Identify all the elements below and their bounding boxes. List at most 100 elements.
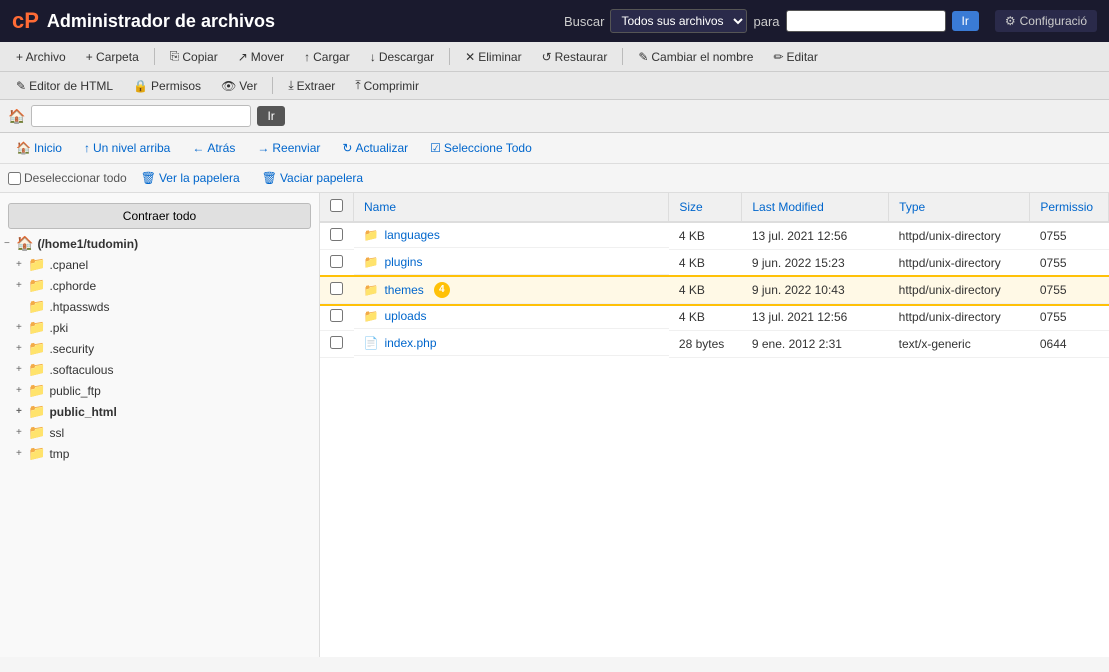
rename-icon: ✎ (638, 50, 648, 64)
tree-root[interactable]: − 🏠 (/home1/tudomin) (0, 233, 319, 254)
atras-button[interactable]: ← Atrás (184, 138, 243, 158)
sidebar-item-tmp[interactable]: + 📁 tmp (0, 443, 319, 464)
un-nivel-button[interactable]: ↑ Un nivel arriba (76, 138, 178, 158)
row-name-cell[interactable]: 📁languages (354, 223, 669, 248)
sidebar-item-security[interactable]: + 📁 .security (0, 338, 319, 359)
inicio-button[interactable]: 🏠 Inicio (8, 138, 70, 158)
actualizar-button[interactable]: ↻ Actualizar (334, 138, 416, 158)
actions-bar: Deseleccionar todo 🗑 Ver la papelera 🗑 V… (0, 164, 1109, 193)
deseleccionar-label[interactable]: Deseleccionar todo (8, 171, 127, 185)
archivo-button[interactable]: + Archivo (8, 46, 74, 67)
path-go-button[interactable]: Ir (257, 106, 284, 126)
seleccione-todo-button[interactable]: ☑ Seleccione Todo (422, 138, 540, 158)
row-checkbox[interactable] (330, 228, 343, 241)
col-header-name[interactable]: Name (354, 193, 669, 222)
public-html-label: public_html (49, 405, 116, 419)
col-header-modified[interactable]: Last Modified (742, 193, 889, 222)
sidebar-item-softaculous[interactable]: + 📁 .softaculous (0, 359, 319, 380)
col-header-size[interactable]: Size (669, 193, 742, 222)
table-row[interactable]: 📄index.php28 bytes9 ene. 2012 2:31text/x… (320, 331, 1109, 358)
mover-button[interactable]: ↗ Mover (230, 46, 292, 67)
row-checkbox[interactable] (330, 255, 343, 268)
select-all-checkbox[interactable] (330, 199, 343, 212)
editor-html-button[interactable]: ✎ Editor de HTML (8, 75, 121, 96)
app-title: Administrador de archivos (47, 11, 275, 32)
folder-icon: 📁 (364, 309, 379, 323)
header: cP Administrador de archivos Buscar Todo… (0, 0, 1109, 42)
cambiar-nombre-button[interactable]: ✎ Cambiar el nombre (630, 46, 761, 67)
row-checkbox[interactable] (330, 282, 343, 295)
extraer-button[interactable]: ⤓ Extraer (280, 75, 343, 96)
sidebar-item-ssl[interactable]: + 📁 ssl (0, 422, 319, 443)
security-toggle: + (16, 343, 28, 354)
sidebar-item-htpasswds[interactable]: 📁 .htpasswds (0, 296, 319, 317)
table-row[interactable]: 📁uploads4 KB13 jul. 2021 12:56httpd/unix… (320, 304, 1109, 331)
editar-button[interactable]: ✏ Editar (765, 46, 825, 67)
reenviar-button[interactable]: → Reenviar (249, 138, 328, 158)
html-icon: ✎ (16, 79, 26, 93)
collapse-all-button[interactable]: Contraer todo (8, 203, 311, 229)
softaculous-folder-icon: 📁 (28, 361, 45, 378)
divider4 (272, 77, 273, 94)
ver-button[interactable]: 👁 Ver (213, 75, 265, 96)
trash-icon: 🗑 (141, 171, 156, 185)
sidebar-item-cpanel[interactable]: + 📁 .cpanel (0, 254, 319, 275)
public-html-folder-icon: 📁 (28, 403, 45, 420)
col-header-type[interactable]: Type (889, 193, 1030, 222)
cargar-button[interactable]: ↑ Cargar (296, 46, 358, 67)
cphorde-folder-icon: 📁 (28, 277, 45, 294)
row-permissions-cell: 0755 (1030, 222, 1109, 250)
folder-icon: 📁 (364, 283, 379, 297)
edit-icon: ✏ (773, 50, 783, 64)
deseleccionar-checkbox[interactable] (8, 172, 21, 185)
row-name-cell[interactable]: 📄index.php (354, 331, 669, 356)
carpeta-button[interactable]: + Carpeta (78, 46, 147, 67)
file-table: Name Size Last Modified Type Permissio 📁… (320, 193, 1109, 358)
forward-icon: → (257, 141, 269, 155)
row-size-cell: 4 KB (669, 277, 742, 304)
table-row[interactable]: 📁languages4 KB13 jul. 2021 12:56httpd/un… (320, 222, 1109, 250)
row-checkbox-cell (320, 277, 354, 304)
table-row[interactable]: 📁plugins4 KB9 jun. 2022 15:23httpd/unix-… (320, 250, 1109, 277)
table-row[interactable]: 📁themes44 KB9 jun. 2022 10:43httpd/unix-… (320, 277, 1109, 304)
check-all-icon: ☑ (430, 141, 441, 155)
lock-icon: 🔒 (133, 79, 148, 93)
permisos-button[interactable]: 🔒 Permisos (125, 75, 209, 96)
search-scope-select[interactable]: Todos sus archivos (610, 9, 747, 33)
search-button[interactable]: Ir (952, 11, 979, 31)
col-header-check (320, 193, 354, 222)
security-label: .security (49, 342, 94, 356)
row-permissions-cell: 0644 (1030, 331, 1109, 358)
descargar-button[interactable]: ↓ Descargar (362, 46, 442, 67)
vaciar-papelera-button[interactable]: 🗑 Vaciar papelera (254, 168, 371, 188)
sidebar-item-public-html[interactable]: + 📁 public_html (0, 401, 319, 422)
eye-icon: 👁 (221, 79, 236, 93)
copiar-button[interactable]: ⎘ Copiar (162, 46, 226, 67)
sidebar-item-cphorde[interactable]: + 📁 .cphorde (0, 275, 319, 296)
divider1 (154, 48, 155, 65)
table-header: Name Size Last Modified Type Permissio (320, 193, 1109, 222)
file-panel: Name Size Last Modified Type Permissio 📁… (320, 193, 1109, 657)
comprimir-button[interactable]: ⤒ Comprimir (347, 75, 427, 96)
row-modified-cell: 9 jun. 2022 15:23 (742, 250, 889, 277)
eliminar-button[interactable]: ✕ Eliminar (457, 46, 529, 67)
col-header-permissions[interactable]: Permissio (1030, 193, 1109, 222)
row-name-cell[interactable]: 📁themes4 (354, 277, 669, 304)
public-html-toggle: + (16, 406, 28, 417)
config-button[interactable]: ⚙ Configuració (995, 10, 1097, 32)
row-name-cell[interactable]: 📁uploads (354, 304, 669, 329)
back-icon: ← (192, 141, 204, 155)
delete-icon: ✕ (465, 50, 475, 64)
sidebar-item-public-ftp[interactable]: + 📁 public_ftp (0, 380, 319, 401)
refresh-icon: ↻ (342, 141, 352, 155)
security-folder-icon: 📁 (28, 340, 45, 357)
row-checkbox[interactable] (330, 309, 343, 322)
restaurar-button[interactable]: ↺ Restaurar (534, 46, 616, 67)
path-input[interactable]: public_html/wp-content (31, 105, 251, 127)
search-input[interactable] (786, 10, 946, 32)
row-checkbox-cell (320, 304, 354, 331)
ver-papelera-button[interactable]: 🗑 Ver la papelera (133, 168, 248, 188)
row-name-cell[interactable]: 📁plugins (354, 250, 669, 275)
row-checkbox[interactable] (330, 336, 343, 349)
sidebar-item-pki[interactable]: + 📁 .pki (0, 317, 319, 338)
